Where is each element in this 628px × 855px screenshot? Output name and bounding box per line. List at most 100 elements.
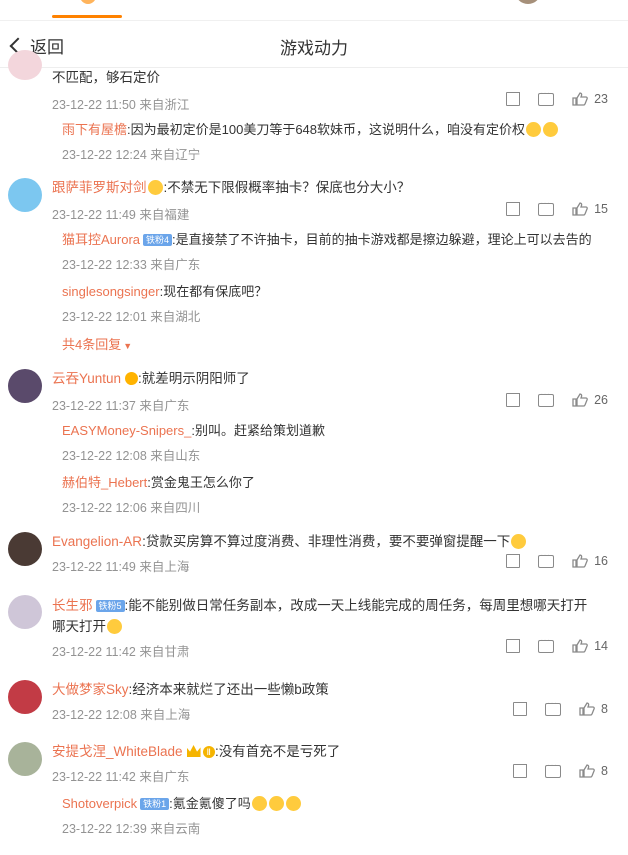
like-button[interactable]: 23 xyxy=(572,92,608,106)
fan-badge: 铁粉4 xyxy=(143,234,173,246)
more-replies-label: 共4条回复 xyxy=(62,337,122,352)
share-button[interactable] xyxy=(506,92,521,106)
comment-actions: 8 xyxy=(495,760,608,778)
comment-icon xyxy=(545,698,562,716)
avatar[interactable] xyxy=(8,680,42,714)
avatar[interactable] xyxy=(8,742,42,776)
reply-text: 猫耳控Aurora 铁粉4:是直接禁了不许抽卡，目前的抽卡游戏都是擦边躲避，理论上… xyxy=(62,230,614,249)
emoji-icon xyxy=(511,534,527,549)
vip-badge-icon: Ⅱ xyxy=(202,746,215,758)
more-replies-link[interactable]: 共4条回复 ▼ xyxy=(62,334,132,353)
tab-icon[interactable] xyxy=(80,0,96,4)
caret-down-icon: ▼ xyxy=(123,341,133,351)
comment-meta: 23-12-22 11:42 来自甘肃 xyxy=(52,645,190,659)
emoji-icon xyxy=(543,122,559,137)
like-button[interactable]: 14 xyxy=(572,639,608,653)
reply-meta: 23-12-22 12:24 来自辽宁 xyxy=(62,148,201,162)
reply-button[interactable] xyxy=(545,760,562,778)
comment-actions: 14 xyxy=(488,635,608,653)
reply-username[interactable]: EASYMoney-Snipers_ xyxy=(62,423,191,438)
comment-icon xyxy=(538,550,555,568)
reply-username[interactable]: 雨下有屋檐 xyxy=(62,122,127,137)
comment-icon xyxy=(538,88,555,106)
thumbs-up-icon xyxy=(572,92,588,106)
reply-body: :现在都有保底吧？ xyxy=(159,284,268,299)
like-count: 15 xyxy=(594,202,608,216)
reply-button[interactable] xyxy=(538,198,555,216)
comment-meta: 23-12-22 11:50 来自浙江 xyxy=(52,98,190,112)
reply-meta: 23-12-22 12:33 来自广东 xyxy=(62,258,201,272)
comment-body: :就差明示阴阳师了 xyxy=(138,371,250,386)
fan-badge: 铁粉5 xyxy=(95,600,125,612)
like-count: 26 xyxy=(594,393,608,407)
comment-icon xyxy=(545,760,562,778)
reply-body: :因为最初定价是100美刀等于648软妹币，这说明什么，咱没有定价权 xyxy=(127,122,526,137)
reply-button[interactable] xyxy=(538,88,555,106)
reply-username[interactable]: 赫伯特_Hebert xyxy=(62,475,147,490)
page-header: 返回 游戏动力 xyxy=(0,21,628,68)
reply-button[interactable] xyxy=(538,389,555,407)
page-title: 游戏动力 xyxy=(280,39,348,58)
reply-username[interactable]: Shotoverpick xyxy=(62,796,137,811)
reply-button[interactable] xyxy=(538,635,555,653)
reply-button[interactable] xyxy=(538,550,555,568)
avatar[interactable] xyxy=(8,50,42,80)
share-icon xyxy=(506,393,521,407)
share-button[interactable] xyxy=(513,702,528,716)
comment-username[interactable]: 云吞Yuntun xyxy=(52,371,121,386)
comment-meta: 23-12-22 11:42 来自广东 xyxy=(52,770,190,784)
comment-text: 跟萨菲罗斯对剑:不禁无下限假概率抽卡？保底也分大小？ xyxy=(52,178,612,198)
reply-text: 赫伯特_Hebert:赏金鬼王怎么你了 xyxy=(62,473,614,492)
thumbs-up-icon xyxy=(572,202,588,216)
comment-username[interactable]: 安提戈涅_WhiteBlade xyxy=(52,744,183,759)
share-button[interactable] xyxy=(513,764,528,778)
share-icon xyxy=(513,702,528,716)
like-button[interactable]: 16 xyxy=(572,554,608,568)
reply-body: :是直接禁了不许抽卡，目前的抽卡游戏都是擦边躲避，理论上可以去告的 xyxy=(172,232,592,247)
crown-icon xyxy=(186,745,201,757)
thumbs-up-icon xyxy=(579,764,595,778)
reply-body: :别叫。赶紧给策划道歉 xyxy=(191,423,325,438)
comment-actions: 16 xyxy=(488,550,608,568)
comment-text: 不匹配，够石定价 xyxy=(52,70,160,85)
comment-actions: 8 xyxy=(495,698,608,716)
avatar[interactable] xyxy=(8,178,42,212)
share-button[interactable] xyxy=(506,393,521,407)
comment-username[interactable]: 跟萨菲罗斯对剑 xyxy=(52,180,147,195)
comment-actions: 15 xyxy=(488,198,608,216)
reply-button[interactable] xyxy=(545,698,562,716)
comment-meta: 23-12-22 11:49 来自上海 xyxy=(52,560,190,574)
thumbs-up-icon xyxy=(579,702,595,716)
emoji-icon xyxy=(147,180,163,195)
comment-username[interactable]: 长生邪 xyxy=(52,598,93,613)
emoji-icon xyxy=(251,796,267,811)
like-count: 8 xyxy=(601,702,608,716)
avatar[interactable] xyxy=(8,369,42,403)
share-button[interactable] xyxy=(506,202,521,216)
avatar[interactable] xyxy=(515,0,541,4)
thumbs-up-icon xyxy=(572,393,588,407)
comment-actions: 26 xyxy=(488,389,608,407)
comment-text: 大做梦家Sky:经济本来就烂了还出一些懒b政策 xyxy=(52,680,612,700)
avatar[interactable] xyxy=(8,595,42,629)
share-button[interactable] xyxy=(506,639,521,653)
comment-meta: 23-12-22 12:08 来自上海 xyxy=(52,708,191,722)
avatar[interactable] xyxy=(8,532,42,566)
share-button[interactable] xyxy=(506,554,521,568)
share-icon xyxy=(506,202,521,216)
comment-body: :能不能别做日常任务副本，改成一天上线能完成的周任务，每周里想哪天打开哪天打开 xyxy=(52,598,588,634)
like-button[interactable]: 26 xyxy=(572,393,608,407)
reply-meta: 23-12-22 12:01 来自湖北 xyxy=(62,310,201,324)
comment-username[interactable]: 大做梦家Sky xyxy=(52,682,129,697)
like-button[interactable]: 8 xyxy=(579,764,608,778)
like-button[interactable]: 15 xyxy=(572,202,608,216)
comment-username[interactable]: Evangelion-AR xyxy=(52,534,142,549)
emoji-icon xyxy=(107,619,122,634)
active-tab-indicator xyxy=(52,15,122,18)
reply-body: :氪金氪傻了吗 xyxy=(169,796,251,811)
emoji-icon xyxy=(285,796,301,811)
reply-username[interactable]: 猫耳控Aurora xyxy=(62,232,140,247)
like-button[interactable]: 8 xyxy=(579,702,608,716)
reply-username[interactable]: singlesongsinger xyxy=(62,284,160,299)
emoji-icon xyxy=(268,796,284,811)
